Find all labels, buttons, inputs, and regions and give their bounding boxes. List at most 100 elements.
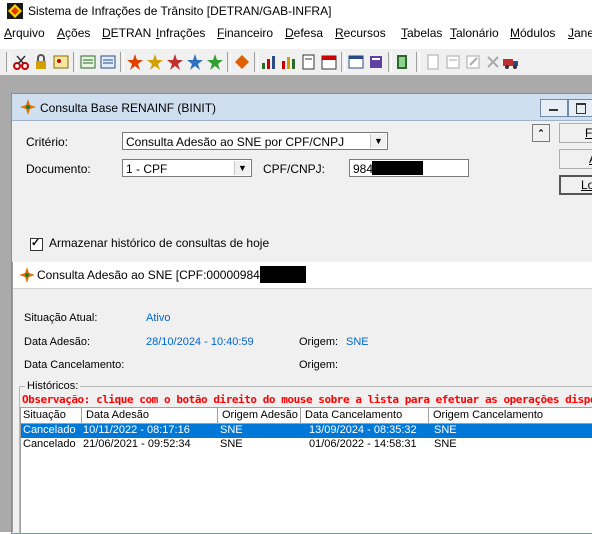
documento-label: Documento: <box>26 162 91 176</box>
historico-checkbox[interactable]: ✓ <box>30 237 43 251</box>
historicos-table[interactable]: Situação Data Adesão Origem Adesão Data … <box>20 407 592 533</box>
redaction-block <box>372 161 423 175</box>
toolbar-separator <box>341 52 345 72</box>
maximize-button[interactable] <box>568 99 592 117</box>
historicos-label: Históricos: <box>25 380 81 392</box>
window-title: Consulta Base RENAINF (BINIT) <box>40 101 217 115</box>
menu-detran[interactable]: DETRAN <box>102 26 151 40</box>
result-title: Consulta Adesão ao SNE [CPF:00000984 <box>37 268 260 282</box>
column-header-data-cancelamento[interactable]: Data Cancelamento <box>305 409 402 421</box>
badge-icon[interactable] <box>186 53 204 71</box>
table-row[interactable]: Cancelado 10/11/2022 - 08:17:16 SNE 13/0… <box>21 424 592 438</box>
calendar-icon[interactable] <box>320 53 338 71</box>
form-edit-icon[interactable] <box>99 53 117 71</box>
menu-tabelas[interactable]: Tabelas <box>401 26 442 40</box>
column-header-data-adesao[interactable]: Data Adesão <box>86 409 149 421</box>
toolbar-separator <box>227 52 231 72</box>
cell-situacao: Cancelado <box>23 438 76 450</box>
criterio-label: Critério: <box>26 135 69 149</box>
column-header-situacao[interactable]: Situação <box>23 409 66 421</box>
toolbar-separator <box>73 52 77 72</box>
delete-icon[interactable] <box>484 53 502 71</box>
table-header: Situação Data Adesão Origem Adesão Data … <box>21 408 592 424</box>
truck-icon[interactable] <box>502 53 520 71</box>
exit-icon[interactable] <box>394 53 412 71</box>
historico-checkbox-label: Armazenar histórico de consultas de hoje <box>49 236 270 250</box>
collapse-up-button[interactable]: ⌃ <box>532 124 550 142</box>
menu-infracoes[interactable]: Infrações <box>156 26 205 40</box>
badge-icon[interactable] <box>126 53 144 71</box>
chevron-down-icon[interactable]: ▼ <box>234 161 250 175</box>
new-document-icon[interactable] <box>424 53 442 71</box>
criterio-dropdown[interactable]: Consulta Adesão ao SNE por CPF/CNPJ ▼ <box>122 132 388 150</box>
chart-icon[interactable] <box>280 53 298 71</box>
cpf-cnpj-label: CPF/CNPJ: <box>263 162 326 176</box>
cell-origem-cancelamento: SNE <box>434 424 457 436</box>
menu-acoes[interactable]: Ações <box>57 26 90 40</box>
column-header-origem-adesao[interactable]: Origem Adesão <box>222 409 298 421</box>
chart-icon[interactable] <box>260 53 278 71</box>
situacao-label: Situação Atual: <box>24 312 98 324</box>
cell-data-adesao: 21/06/2021 - 09:52:34 <box>83 438 191 450</box>
window-icon[interactable] <box>347 53 365 71</box>
toolbar <box>0 48 592 75</box>
toolbar-separator <box>254 52 258 72</box>
sparkle-icon <box>19 267 35 283</box>
document-icon[interactable] <box>300 53 318 71</box>
chevron-up-icon: ⌃ <box>537 128 545 138</box>
edit-icon[interactable] <box>464 53 482 71</box>
menu-arquivo[interactable]: Arquivo <box>4 26 45 40</box>
properties-icon[interactable] <box>444 53 462 71</box>
column-header-origem-cancelamento[interactable]: Origem Cancelamento <box>433 409 543 421</box>
cpf-value: 984 <box>353 162 374 176</box>
toolbar-separator <box>120 52 124 72</box>
result-titlebar: Consulta Adesão ao SNE [CPF:00000984 <box>13 262 592 289</box>
table-row[interactable]: Cancelado 21/06/2021 - 09:52:34 SNE 01/0… <box>21 438 592 452</box>
diamond-icon[interactable] <box>233 53 251 71</box>
toolbar-separator <box>416 52 420 72</box>
cell-data-cancelamento: 13/09/2024 - 08:35:32 <box>309 424 417 436</box>
toolbar-separator <box>6 52 10 72</box>
data-adesao-label: Data Adesão: <box>24 336 91 348</box>
book-icon[interactable] <box>367 53 385 71</box>
badge-icon[interactable] <box>146 53 164 71</box>
toolbar-separator <box>388 52 392 72</box>
menu-janela[interactable]: Jane <box>568 26 592 40</box>
user-card-icon[interactable] <box>52 53 70 71</box>
action-a-button[interactable]: A <box>559 149 592 169</box>
fechar-button[interactable]: Fe <box>559 123 592 143</box>
localizar-button[interactable]: Lo <box>559 175 592 195</box>
menu-modulos[interactable]: Módulos <box>510 26 555 40</box>
documento-value: 1 - CPF <box>126 162 168 176</box>
origem-cancel-label: Origem: <box>299 359 339 371</box>
redaction-block <box>260 266 306 283</box>
badge-icon[interactable] <box>206 53 224 71</box>
cell-origem-adesao: SNE <box>220 438 243 450</box>
data-adesao-value: 28/10/2024 - 10:40:59 <box>146 336 254 348</box>
scissors-icon[interactable] <box>12 53 30 71</box>
badge-icon[interactable] <box>166 53 184 71</box>
menu-defesa[interactable]: Defesa <box>285 26 323 40</box>
documento-dropdown[interactable]: 1 - CPF ▼ <box>122 159 252 177</box>
menu-recursos[interactable]: Recursos <box>335 26 386 40</box>
sparkle-icon <box>20 99 36 115</box>
cpf-cnpj-input[interactable]: 984 <box>349 159 469 177</box>
cell-origem-adesao: SNE <box>220 424 243 436</box>
origem-label: Origem: <box>299 336 339 348</box>
menu-financeiro[interactable]: Financeiro <box>217 26 273 40</box>
menu-bar: Arquivo Ações DETRAN Infrações Financeir… <box>0 24 592 44</box>
observacao-text: Observação: clique com o botão direito d… <box>22 393 592 406</box>
lock-icon[interactable] <box>32 53 50 71</box>
minimize-button[interactable] <box>540 99 568 117</box>
window-titlebar: Consulta Base RENAINF (BINIT) <box>12 94 592 121</box>
cell-data-cancelamento: 01/06/2022 - 14:58:31 <box>309 438 417 450</box>
situacao-value: Ativo <box>146 312 171 324</box>
form-icon[interactable] <box>79 53 97 71</box>
criteria-panel: Critério: Consulta Adesão ao SNE por CPF… <box>16 124 556 254</box>
app-title: Sistema de Infrações de Trânsito [DETRAN… <box>28 4 332 18</box>
data-cancelamento-label: Data Cancelamento: <box>24 359 125 371</box>
app-titlebar: Sistema de Infrações de Trânsito [DETRAN… <box>0 0 592 22</box>
cell-origem-cancelamento: SNE <box>434 438 457 450</box>
menu-talonario[interactable]: Talonário <box>450 26 499 40</box>
chevron-down-icon[interactable]: ▼ <box>370 134 386 148</box>
